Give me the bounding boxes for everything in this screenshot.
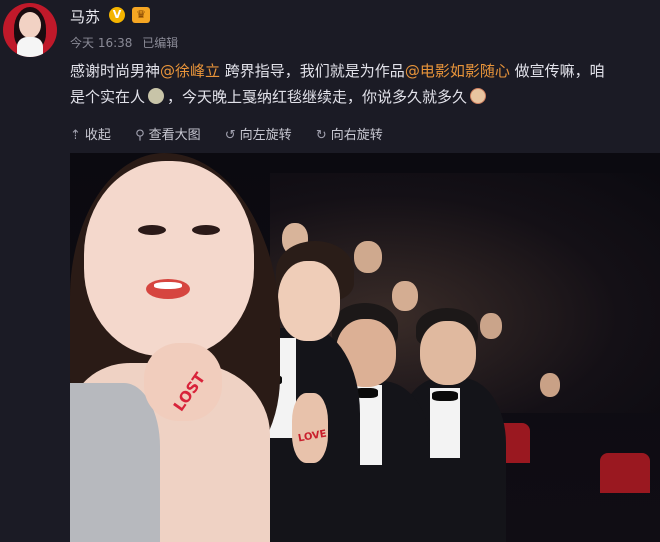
woman-face bbox=[84, 161, 254, 356]
audience-head bbox=[354, 241, 382, 273]
audience-head bbox=[480, 313, 502, 339]
woman-eye bbox=[138, 225, 166, 235]
bow-tie bbox=[432, 391, 458, 401]
post-text: 感谢时尚男神@徐峰立 跨界指导，我们就是为作品@电影如影随心 做宣传嘛，咱 是个… bbox=[70, 58, 660, 110]
man-head bbox=[278, 261, 340, 341]
vip-crown-icon[interactable]: ♛ bbox=[132, 7, 150, 23]
post-text-part: 是个实在人 bbox=[70, 88, 146, 106]
emoji-icon bbox=[148, 88, 165, 104]
rotate-right-button[interactable]: ↻ 向右旋转 bbox=[316, 124, 383, 143]
view-large-label: 查看大图 bbox=[148, 128, 201, 143]
mention-link[interactable]: @徐峰立 bbox=[160, 62, 220, 80]
view-large-button[interactable]: ⚲ 查看大图 bbox=[135, 124, 201, 143]
emoji-icon bbox=[470, 88, 487, 104]
rotate-left-icon: ↺ bbox=[224, 128, 236, 143]
arrow-up-icon: ⇡ bbox=[70, 128, 81, 143]
avatar-face bbox=[19, 12, 41, 38]
woman-teeth bbox=[154, 282, 182, 289]
rotate-left-label: 向左旋转 bbox=[239, 128, 292, 143]
user-avatar[interactable] bbox=[3, 3, 57, 57]
man-head bbox=[420, 321, 476, 385]
search-icon: ⚲ bbox=[135, 128, 145, 143]
edited-label[interactable]: 已编辑 bbox=[142, 36, 178, 50]
woman-eye bbox=[192, 225, 220, 235]
post-time: 今天 16:38 bbox=[70, 36, 133, 50]
collapse-button[interactable]: ⇡ 收起 bbox=[70, 124, 111, 143]
avatar-body bbox=[17, 37, 43, 57]
audience-head bbox=[540, 373, 560, 397]
collapse-label: 收起 bbox=[84, 128, 111, 143]
rotate-right-icon: ↻ bbox=[315, 128, 327, 143]
verified-v-icon[interactable]: V bbox=[109, 7, 125, 23]
rotate-right-label: 向右旋转 bbox=[330, 128, 383, 143]
rotate-left-button[interactable]: ↺ 向左旋转 bbox=[225, 124, 292, 143]
mention-link[interactable]: @电影如影随心 bbox=[405, 62, 510, 80]
red-seat bbox=[600, 453, 650, 493]
post-text-part: 做宣传嘛，咱 bbox=[509, 62, 605, 80]
audience-head bbox=[392, 281, 418, 311]
username[interactable]: 马苏 bbox=[70, 6, 100, 27]
post-meta: 今天 16:38 已编辑 bbox=[70, 34, 184, 51]
woman-dress bbox=[70, 383, 160, 542]
post-text-part: 感谢时尚男神 bbox=[70, 62, 161, 80]
post-photo[interactable]: LOVE LOST bbox=[70, 153, 660, 542]
image-toolbar: ⇡ 收起 ⚲ 查看大图 ↺ 向左旋转 ↻ 向右旋转 bbox=[70, 124, 403, 143]
post-text-part: ，今天晚上戛纳红毯继续走，你说多久就多久 bbox=[167, 88, 468, 106]
post-text-part: 跨界指导，我们就是为作品 bbox=[220, 62, 405, 80]
